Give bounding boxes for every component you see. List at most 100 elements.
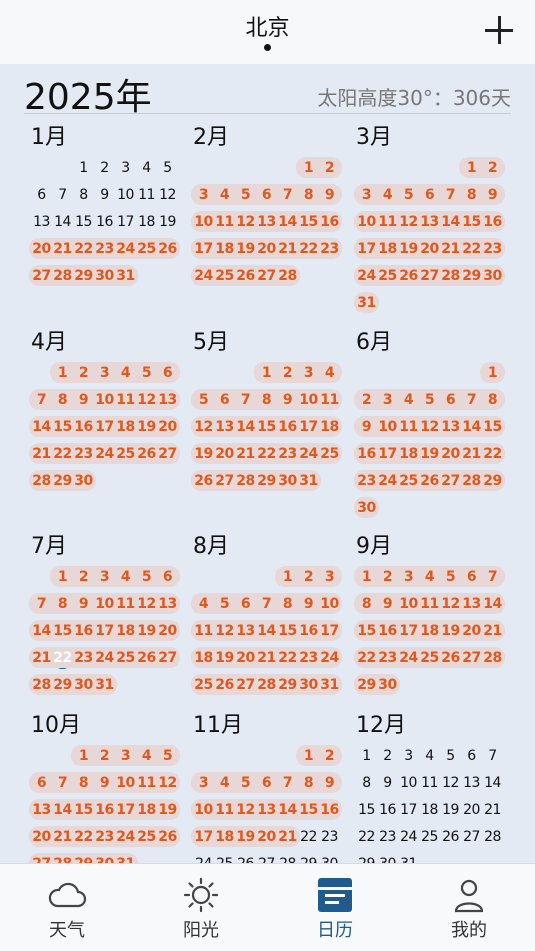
calendar-day[interactable]: 18 <box>136 797 157 824</box>
calendar-day[interactable]: 27 <box>256 851 277 863</box>
calendar-day[interactable]: 10 <box>193 797 214 824</box>
calendar-day[interactable]: 12 <box>136 591 157 618</box>
calendar-day[interactable]: 8 <box>298 182 319 209</box>
calendar-day[interactable]: 21 <box>256 645 277 672</box>
calendar-day[interactable]: 29 <box>356 672 377 699</box>
calendar-day[interactable]: 27 <box>31 851 52 863</box>
calendar-day[interactable]: 14 <box>461 414 482 441</box>
calendar-day[interactable]: 28 <box>256 672 277 699</box>
calendar-day[interactable]: 8 <box>73 182 94 209</box>
calendar-day[interactable]: 11 <box>214 209 235 236</box>
calendar-day[interactable]: 25 <box>193 672 214 699</box>
calendar-day[interactable]: 2 <box>94 743 115 770</box>
nav-calendar[interactable]: 日历 <box>268 864 402 951</box>
calendar-day[interactable]: 31 <box>115 263 136 290</box>
calendar-day[interactable]: 31 <box>356 290 377 317</box>
calendar-day[interactable]: 1 <box>356 564 377 591</box>
calendar-day[interactable]: 13 <box>440 414 461 441</box>
calendar-day[interactable]: 22 <box>482 441 503 468</box>
calendar-day[interactable]: 21 <box>461 441 482 468</box>
calendar-day[interactable]: 3 <box>377 387 398 414</box>
calendar-day[interactable]: 3 <box>193 182 214 209</box>
calendar-day[interactable]: 5 <box>440 564 461 591</box>
calendar-day[interactable]: 20 <box>31 236 52 263</box>
calendar-day[interactable]: 7 <box>440 182 461 209</box>
calendar-day[interactable]: 24 <box>298 441 319 468</box>
calendar-day[interactable]: 13 <box>31 797 52 824</box>
calendar-day[interactable]: 25 <box>136 236 157 263</box>
calendar-day[interactable]: 13 <box>157 387 178 414</box>
calendar-day[interactable]: 9 <box>319 770 340 797</box>
calendar-day[interactable]: 6 <box>235 591 256 618</box>
calendar-day[interactable]: 21 <box>440 236 461 263</box>
calendar-day[interactable]: 25 <box>214 263 235 290</box>
calendar-day[interactable]: 4 <box>419 743 440 770</box>
nav-profile[interactable]: 我的 <box>402 864 535 951</box>
calendar-day[interactable]: 7 <box>277 770 298 797</box>
calendar-day[interactable]: 15 <box>298 797 319 824</box>
calendar-day[interactable]: 6 <box>461 743 482 770</box>
calendar-day[interactable]: 20 <box>440 441 461 468</box>
calendar-day[interactable]: 22 <box>356 645 377 672</box>
calendar-day[interactable]: 30 <box>356 495 377 522</box>
calendar-day[interactable]: 23 <box>73 645 94 672</box>
calendar-day[interactable]: 17 <box>193 236 214 263</box>
calendar-day[interactable]: 19 <box>419 441 440 468</box>
calendar-day[interactable]: 14 <box>52 797 73 824</box>
calendar-day[interactable]: 10 <box>319 591 340 618</box>
calendar-day[interactable]: 4 <box>319 360 340 387</box>
calendar-day[interactable]: 6 <box>256 182 277 209</box>
calendar-day[interactable]: 15 <box>277 618 298 645</box>
calendar-day[interactable]: 11 <box>319 387 340 414</box>
calendar-day[interactable]: 2 <box>277 360 298 387</box>
calendar-day[interactable]: 16 <box>277 414 298 441</box>
calendar-day[interactable]: 24 <box>377 468 398 495</box>
calendar-day[interactable]: 14 <box>440 209 461 236</box>
calendar-day[interactable]: 17 <box>377 441 398 468</box>
calendar-day[interactable]: 23 <box>356 468 377 495</box>
calendar-day[interactable]: 11 <box>115 387 136 414</box>
calendar-day[interactable]: 20 <box>235 645 256 672</box>
calendar-day[interactable]: 26 <box>398 263 419 290</box>
calendar-day[interactable]: 28 <box>52 263 73 290</box>
calendar-day[interactable]: 14 <box>52 209 73 236</box>
calendar-day[interactable]: 21 <box>235 441 256 468</box>
calendar-day[interactable]: 22 <box>52 441 73 468</box>
calendar-day[interactable]: 3 <box>319 564 340 591</box>
calendar-day[interactable]: 25 <box>419 645 440 672</box>
calendar-day[interactable]: 2 <box>73 360 94 387</box>
calendar-day[interactable]: 9 <box>94 770 115 797</box>
calendar-day[interactable]: 19 <box>136 618 157 645</box>
calendar-day[interactable]: 15 <box>482 414 503 441</box>
calendar-day[interactable]: 24 <box>193 263 214 290</box>
calendar-day[interactable]: 19 <box>398 236 419 263</box>
calendar-day[interactable]: 2 <box>319 155 340 182</box>
calendar-day[interactable]: 3 <box>398 564 419 591</box>
calendar-day[interactable]: 18 <box>419 618 440 645</box>
calendar-day[interactable]: 20 <box>157 618 178 645</box>
calendar-day[interactable]: 17 <box>398 797 419 824</box>
calendar-day[interactable]: 27 <box>256 263 277 290</box>
calendar-day[interactable]: 30 <box>377 672 398 699</box>
calendar-day[interactable]: 21 <box>52 824 73 851</box>
calendar-day[interactable]: 28 <box>461 468 482 495</box>
calendar-day[interactable]: 13 <box>31 209 52 236</box>
calendar-day[interactable]: 25 <box>115 645 136 672</box>
calendar-day[interactable]: 20 <box>31 824 52 851</box>
calendar-day[interactable]: 31 <box>94 672 115 699</box>
calendar-day[interactable]: 26 <box>136 645 157 672</box>
calendar-day[interactable]: 14 <box>277 209 298 236</box>
nav-weather[interactable]: 天气 <box>0 864 134 951</box>
calendar-day[interactable]: 9 <box>73 591 94 618</box>
calendar-day[interactable]: 1 <box>277 564 298 591</box>
calendar-day[interactable]: 9 <box>377 591 398 618</box>
calendar-day[interactable]: 28 <box>31 672 52 699</box>
calendar-day[interactable]: 18 <box>214 824 235 851</box>
calendar-day[interactable]: 27 <box>419 263 440 290</box>
calendar-day[interactable]: 13 <box>214 414 235 441</box>
calendar-day[interactable]: 30 <box>482 263 503 290</box>
calendar-day[interactable]: 24 <box>193 851 214 863</box>
calendar-day[interactable]: 27 <box>461 645 482 672</box>
calendar-day[interactable]: 15 <box>52 414 73 441</box>
calendar-day[interactable]: 1 <box>482 360 503 387</box>
